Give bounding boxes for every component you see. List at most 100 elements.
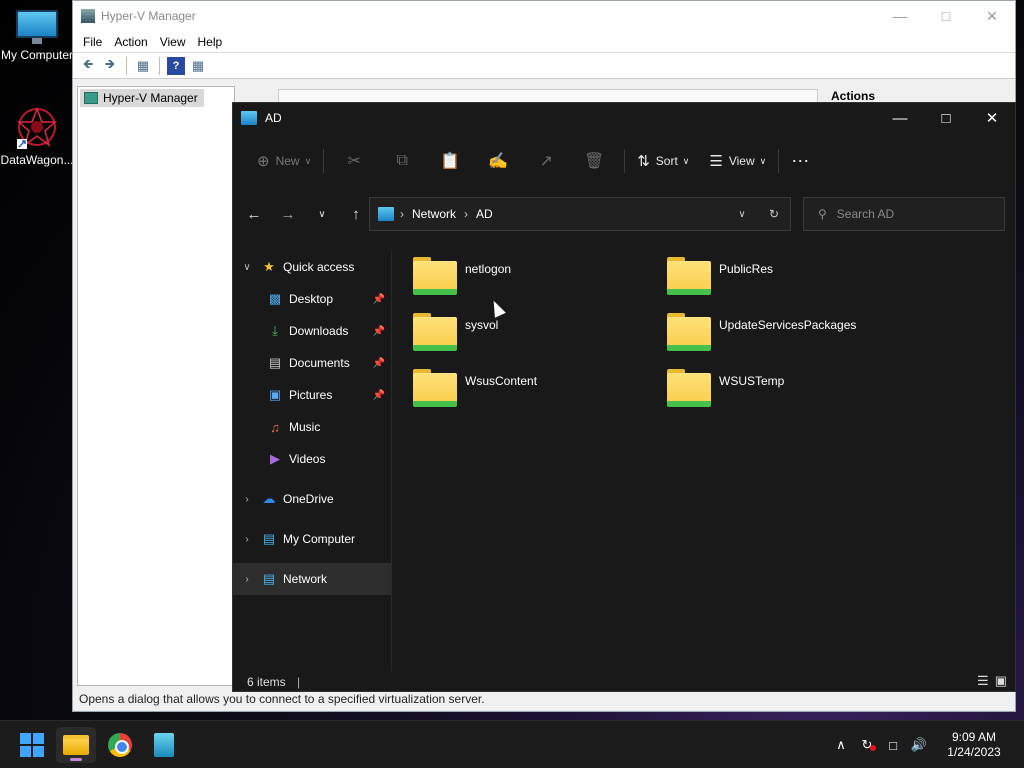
show-desktop-button[interactable] bbox=[1016, 721, 1024, 768]
menu-action[interactable]: Action bbox=[108, 35, 153, 49]
sidebar-item-pictures[interactable]: ▣ Pictures 📌 bbox=[233, 379, 391, 411]
show-hide-tree-icon[interactable]: ▦ bbox=[134, 57, 152, 75]
forward-arrow-icon[interactable]: → bbox=[271, 197, 305, 231]
copy-icon[interactable]: ⧉ bbox=[378, 145, 426, 177]
clock-time: 9:09 AM bbox=[951, 730, 997, 744]
folder-item-netlogon[interactable]: netlogon bbox=[413, 255, 653, 303]
sort-icon: ⇅ bbox=[637, 153, 650, 170]
folder-item-wsuscontent[interactable]: WsusContent bbox=[413, 367, 653, 415]
hyperv-titlebar[interactable]: Hyper-V Manager bbox=[73, 1, 1015, 31]
sync-alert-icon[interactable]: ↻ bbox=[854, 737, 880, 753]
rename-icon[interactable]: ✍ bbox=[474, 145, 522, 177]
share-icon[interactable]: ↗ bbox=[522, 145, 570, 177]
forward-arrow-icon[interactable]: 🡺 bbox=[101, 56, 119, 75]
paste-icon[interactable]: 📋 bbox=[426, 145, 474, 177]
maximize-icon[interactable]: □ bbox=[923, 103, 969, 133]
chrome-icon bbox=[108, 733, 132, 757]
taskbar-chrome[interactable] bbox=[100, 727, 140, 763]
plus-circle-icon: ⊕ bbox=[257, 153, 270, 170]
taskbar-hyperv-manager[interactable] bbox=[144, 727, 184, 763]
back-arrow-icon[interactable]: 🡸 bbox=[79, 56, 97, 75]
sidebar-item-videos[interactable]: ▶ Videos bbox=[233, 443, 391, 475]
close-icon[interactable]: ✕ bbox=[969, 1, 1015, 31]
menu-view[interactable]: View bbox=[154, 35, 192, 49]
hyperv-menubar: File Action View Help bbox=[73, 31, 1015, 53]
network-computer-icon bbox=[241, 111, 257, 125]
breadcrumb-network[interactable]: Network bbox=[412, 207, 456, 221]
network-computer-icon bbox=[378, 207, 394, 221]
sidebar-item-my-computer[interactable]: › ▤ My Computer bbox=[233, 523, 391, 555]
computer-icon: ▤ bbox=[262, 531, 276, 546]
menu-file[interactable]: File bbox=[77, 35, 108, 49]
breadcrumb-ad[interactable]: AD bbox=[476, 207, 493, 221]
file-explorer-window: AD — □ ✕ ⊕ New ∨ ✂ ⧉ 📋 ✍ ↗ 🗑 ⇅ Sort ∨ ☰ … bbox=[232, 102, 1016, 692]
chevron-right-icon[interactable]: › bbox=[239, 494, 255, 505]
address-bar[interactable]: › Network › AD ∨ ↻ bbox=[369, 197, 791, 231]
maximize-icon[interactable]: □ bbox=[923, 1, 969, 31]
sidebar-item-downloads[interactable]: ⤓ Downloads 📌 bbox=[233, 315, 391, 347]
tiles-view-icon[interactable]: ▣ bbox=[995, 673, 1007, 689]
shared-folder-icon bbox=[667, 255, 711, 295]
sidebar-item-desktop[interactable]: ▩ Desktop 📌 bbox=[233, 283, 391, 315]
star-icon: ★ bbox=[263, 259, 275, 274]
pin-icon: 📌 bbox=[372, 293, 385, 305]
recent-locations-chevron-icon[interactable]: ∨ bbox=[305, 197, 339, 231]
chevron-right-icon[interactable]: › bbox=[239, 534, 255, 545]
minimize-icon[interactable]: — bbox=[877, 1, 923, 31]
more-options-icon[interactable]: ⋯ bbox=[785, 145, 816, 177]
menu-help[interactable]: Help bbox=[192, 35, 229, 49]
network-icon: ▤ bbox=[262, 571, 276, 586]
volume-icon[interactable]: 🔊 bbox=[906, 737, 932, 753]
up-arrow-icon[interactable]: ↑ bbox=[339, 197, 373, 231]
minimize-icon[interactable]: — bbox=[877, 103, 923, 133]
address-history-chevron-icon[interactable]: ∨ bbox=[726, 209, 758, 220]
sort-label: Sort bbox=[655, 154, 678, 168]
pin-icon: 📌 bbox=[372, 325, 385, 337]
cut-icon[interactable]: ✂ bbox=[330, 145, 378, 177]
folder-name: PublicRes bbox=[719, 262, 774, 276]
sidebar-label: Pictures bbox=[289, 388, 333, 402]
close-icon[interactable]: ✕ bbox=[969, 103, 1015, 133]
show-hide-action-pane-icon[interactable]: ▦ bbox=[189, 57, 207, 75]
sidebar-item-quick-access[interactable]: ∨ ★ Quick access bbox=[233, 251, 391, 283]
shared-folder-icon bbox=[667, 367, 711, 407]
refresh-icon[interactable]: ↻ bbox=[758, 207, 790, 221]
chevron-down-icon[interactable]: ∨ bbox=[239, 262, 255, 273]
desktop-icon-datawagon[interactable]: DataWagon... bbox=[0, 105, 74, 167]
sidebar-item-music[interactable]: ♫ Music bbox=[233, 411, 391, 443]
cloud-icon: ☁ bbox=[262, 491, 276, 506]
view-toggle: ☰ ▣ bbox=[977, 673, 1007, 689]
taskbar-file-explorer[interactable] bbox=[56, 727, 96, 763]
folder-item-wsustemp[interactable]: WSUSTemp bbox=[667, 367, 907, 415]
start-button[interactable] bbox=[12, 727, 52, 763]
sidebar-label: Downloads bbox=[289, 324, 349, 338]
tree-node-label: Hyper-V Manager bbox=[103, 91, 198, 105]
document-icon: ▤ bbox=[268, 355, 282, 370]
chevron-right-icon[interactable]: › bbox=[239, 574, 255, 585]
search-input[interactable]: ⚲ Search AD bbox=[803, 197, 1005, 231]
sidebar-item-network[interactable]: › ▤ Network bbox=[233, 563, 391, 595]
folder-item-updateservicespackages[interactable]: UpdateServicesPackages bbox=[667, 311, 907, 359]
sidebar-item-onedrive[interactable]: › ☁ OneDrive bbox=[233, 483, 391, 515]
sort-button[interactable]: ⇅ Sort ∨ bbox=[631, 145, 695, 177]
details-view-icon[interactable]: ☰ bbox=[977, 673, 989, 689]
folder-item-publicres[interactable]: PublicRes bbox=[667, 255, 907, 303]
sidebar-label: OneDrive bbox=[283, 492, 334, 506]
tree-node-hyperv-manager[interactable]: Hyper-V Manager bbox=[80, 89, 204, 107]
new-button[interactable]: ⊕ New ∨ bbox=[251, 145, 317, 177]
view-button[interactable]: ☰ View ∨ bbox=[703, 145, 772, 177]
network-status-icon[interactable]: □ bbox=[880, 738, 906, 753]
help-icon[interactable]: ? bbox=[167, 56, 185, 75]
pane-divider[interactable] bbox=[391, 251, 392, 671]
show-hidden-icons-chevron-icon[interactable]: ∧ bbox=[828, 737, 854, 753]
sidebar-label: Videos bbox=[289, 452, 326, 466]
folder-item-sysvol[interactable]: sysvol bbox=[413, 311, 653, 359]
sidebar-item-documents[interactable]: ▤ Documents 📌 bbox=[233, 347, 391, 379]
desktop-icon-my-computer[interactable]: My Computer bbox=[0, 10, 74, 62]
shared-folder-icon bbox=[413, 255, 457, 295]
clock[interactable]: 9:09 AM 1/24/2023 bbox=[932, 730, 1016, 760]
back-arrow-icon[interactable]: ← bbox=[237, 197, 271, 231]
picture-icon: ▣ bbox=[268, 387, 282, 402]
delete-icon[interactable]: 🗑 bbox=[570, 145, 618, 177]
hyperv-manager-icon bbox=[154, 733, 174, 757]
